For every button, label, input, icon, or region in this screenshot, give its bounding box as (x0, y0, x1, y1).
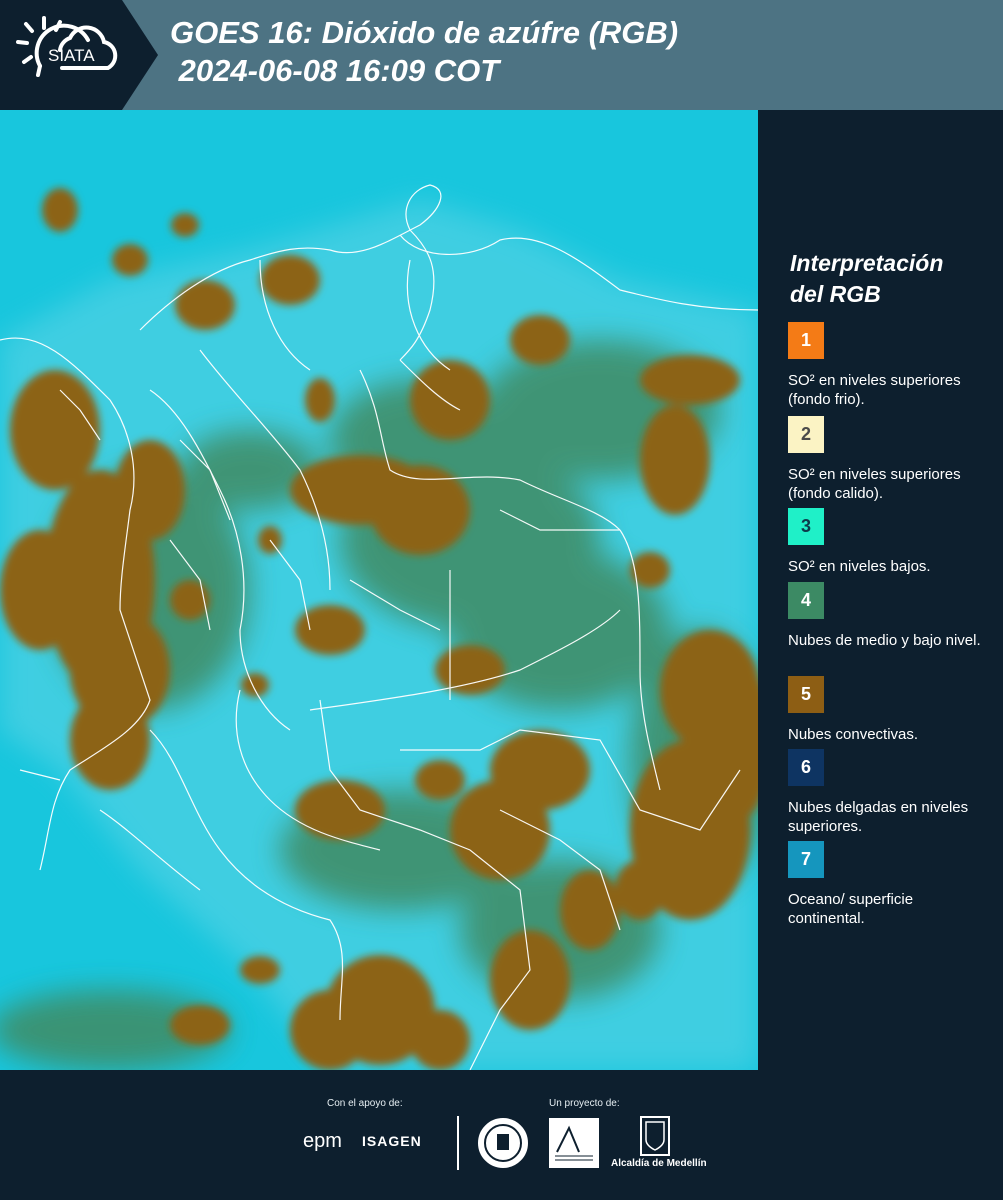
legend-text-4: Nubes de medio y bajo nivel. (788, 632, 981, 649)
footer: Con el apoyo de: Un proyecto de: epm ISA… (0, 1070, 1003, 1200)
footer-divider (457, 1116, 459, 1170)
siata-logo-text: SIATA (48, 46, 95, 65)
title-timestamp: 2024-06-08 16:09 COT (170, 53, 500, 88)
epm-logo: epm (303, 1130, 342, 1152)
legend-text-3: SO² en niveles bajos. (788, 558, 931, 575)
page-title: GOES 16: Dióxido de azúfre (RGB) 2024-06… (170, 14, 678, 90)
legend-swatch-1: 1 (788, 322, 824, 359)
legend-swatch-7: 7 (788, 841, 824, 878)
legend-title: Interpretación del RGB (790, 250, 944, 307)
legend-text-1: SO² en niveles superiores (fondo frio). (788, 372, 961, 408)
legend-swatch-6: 6 (788, 749, 824, 786)
legend-item-4: 4 Nubes de medio y bajo nivel. (788, 582, 988, 650)
project-label: Un proyecto de: (549, 1098, 620, 1109)
isagen-logo: ISAGEN (362, 1133, 422, 1149)
area-metropolitana-logo (549, 1118, 599, 1168)
legend-text-2: SO² en niveles superiores (fondo calido)… (788, 466, 961, 502)
legend-swatch-2: 2 (788, 416, 824, 453)
legend-item-5: 5 Nubes convectivas. (788, 676, 988, 744)
siata-logo: SIATA (0, 0, 160, 110)
header-bar: SIATA GOES 16: Dióxido de azúfre (RGB) 2… (0, 0, 1003, 110)
legend-text-6: Nubes delgadas en niveles superiores. (788, 799, 969, 835)
alcaldia-shield-logo (640, 1116, 670, 1156)
legend-swatch-4: 4 (788, 582, 824, 619)
satellite-map (0, 110, 758, 1070)
title-product: GOES 16: Dióxido de azúfre (RGB) (170, 15, 679, 50)
medellin-seal-logo (478, 1118, 528, 1168)
legend-item-6: 6 Nubes delgadas en niveles superiores. (788, 749, 988, 836)
legend-text-7: Oceano/ superficie continental. (788, 891, 914, 927)
legend-swatch-5: 5 (788, 676, 824, 713)
legend-swatch-3: 3 (788, 508, 824, 545)
legend-text-5: Nubes convectivas. (788, 726, 919, 743)
legend-item-2: 2 SO² en niveles superiores (fondo calid… (788, 416, 988, 503)
legend-item-3: 3 SO² en niveles bajos. (788, 508, 988, 576)
rgb-legend: Interpretación del RGB 1 SO² en niveles … (758, 110, 1003, 1070)
support-label: Con el apoyo de: (327, 1098, 403, 1109)
alcaldia-label: Alcaldía de Medellín (611, 1158, 707, 1169)
legend-item-7: 7 Oceano/ superficie continental. (788, 841, 988, 928)
legend-item-1: 1 SO² en niveles superiores (fondo frio)… (788, 322, 988, 409)
